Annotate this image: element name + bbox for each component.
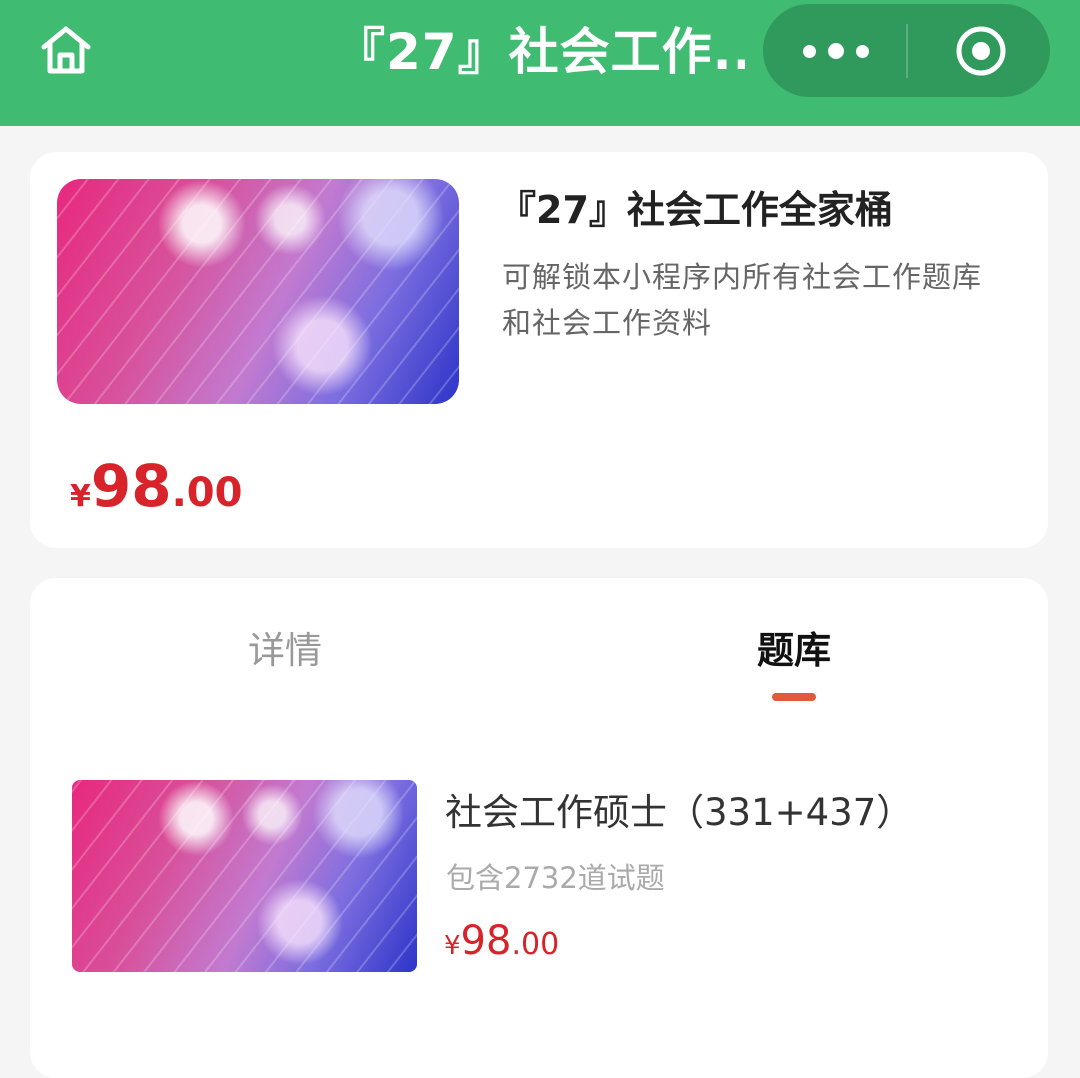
question-bank-title: 社会工作硕士（331+437） bbox=[445, 791, 914, 834]
price-integer: 98 bbox=[90, 452, 172, 520]
product-card: 『27』社会工作全家桶 可解锁本小程序内所有社会工作题库和社会工作资料 ¥98.… bbox=[30, 152, 1048, 548]
currency-symbol: ¥ bbox=[444, 931, 461, 961]
page-title: 『27』社会工作... bbox=[335, 23, 745, 81]
more-button[interactable] bbox=[803, 32, 869, 70]
active-tab-indicator bbox=[772, 693, 816, 701]
price-decimal: .00 bbox=[171, 470, 243, 516]
question-bank-cover-image bbox=[72, 780, 417, 972]
product-description: 可解锁本小程序内所有社会工作题库和社会工作资料 bbox=[502, 260, 983, 340]
capsule-divider bbox=[906, 24, 908, 78]
close-button[interactable] bbox=[953, 23, 1009, 79]
product-title: 『27』社会工作全家桶 bbox=[498, 188, 893, 232]
navigation-bar: 『27』社会工作... bbox=[0, 0, 1080, 126]
more-dots-icon bbox=[803, 44, 816, 58]
home-icon bbox=[41, 26, 91, 74]
product-price: ¥98.00 bbox=[70, 452, 242, 520]
content-card: 详情 题库 社会工作硕士（331+437） 包含2732道试题 ¥98.00 bbox=[30, 578, 1048, 1078]
home-button[interactable] bbox=[38, 22, 94, 78]
question-count: 包含2732道试题 bbox=[446, 861, 665, 895]
miniprogram-close-icon bbox=[956, 26, 1006, 76]
price-integer: 98 bbox=[460, 918, 512, 964]
tab-details[interactable]: 详情 bbox=[185, 616, 385, 686]
miniprogram-capsule bbox=[763, 4, 1050, 97]
product-cover-image bbox=[57, 179, 459, 404]
price-decimal: .00 bbox=[511, 927, 560, 962]
tab-question-bank[interactable]: 题库 bbox=[694, 616, 894, 686]
currency-symbol: ¥ bbox=[70, 479, 91, 514]
question-bank-price: ¥98.00 bbox=[444, 918, 559, 964]
